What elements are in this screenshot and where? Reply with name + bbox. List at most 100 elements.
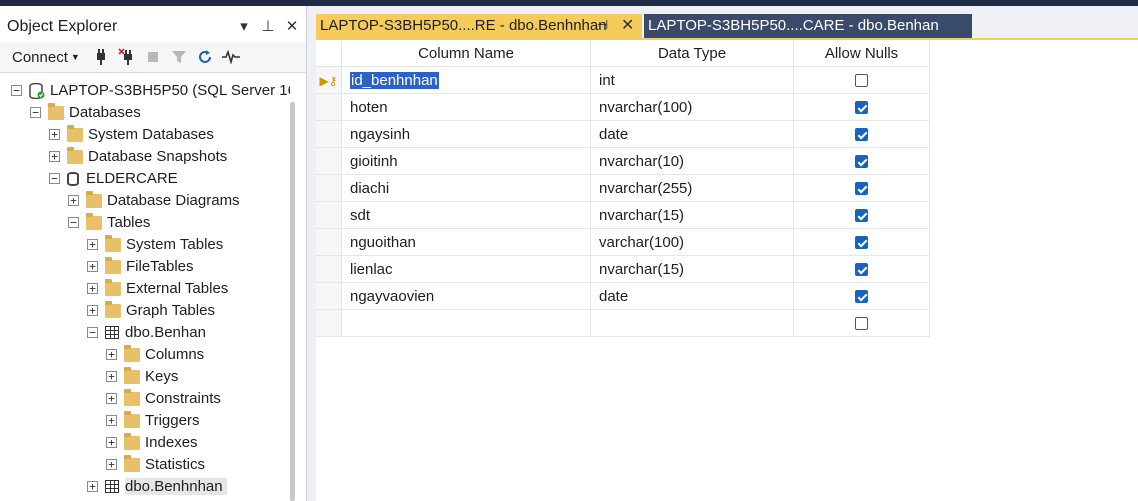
column-name-cell[interactable]: sdt [341, 201, 591, 229]
column-name-cell[interactable]: ngayvaovien [341, 282, 591, 310]
pin-tab-icon[interactable]: ⊣ [597, 17, 608, 33]
data-type-cell[interactable]: nvarchar(255) [590, 174, 794, 202]
tree-node-dbo-benhnhan[interactable]: + dbo.Benhnhan [87, 476, 227, 497]
collapse-icon[interactable]: − [11, 85, 22, 96]
tab-dbo-benhnhan[interactable]: LAPTOP-S3BH5P50....RE - dbo.Benhnhan ⊣ ✕ [316, 14, 642, 38]
table-row[interactable]: diachi nvarchar(255) [316, 174, 930, 202]
stop-icon[interactable] [142, 47, 164, 67]
expand-icon[interactable]: + [87, 283, 98, 294]
tree-node-indexes[interactable]: + Indexes [106, 432, 198, 453]
expand-icon[interactable]: + [87, 481, 98, 492]
tab-dbo-benhan[interactable]: LAPTOP-S3BH5P50....CARE - dbo.Benhan [644, 14, 972, 38]
allow-nulls-cell[interactable] [793, 147, 930, 175]
tree-node-filetables[interactable]: + FileTables [87, 256, 194, 277]
data-type-cell[interactable] [590, 309, 794, 337]
expand-icon[interactable]: + [106, 459, 117, 470]
allow-nulls-checkbox[interactable] [855, 101, 868, 115]
allow-nulls-cell[interactable] [793, 120, 930, 148]
tree-node-system-databases[interactable]: + System Databases [49, 124, 214, 145]
row-selector[interactable] [316, 174, 342, 202]
row-selector[interactable] [316, 120, 342, 148]
allow-nulls-cell[interactable] [793, 93, 930, 121]
table-row[interactable]: nguoithan varchar(100) [316, 228, 930, 256]
collapse-icon[interactable]: − [49, 173, 60, 184]
tree-node-database-snapshots[interactable]: + Database Snapshots [49, 146, 227, 167]
row-selector[interactable]: ▶⚷ [316, 66, 342, 94]
table-row[interactable]: ▶⚷ id_benhnhan int [316, 66, 930, 94]
allow-nulls-checkbox[interactable] [855, 236, 868, 250]
allow-nulls-checkbox[interactable] [855, 182, 868, 196]
table-row[interactable]: ngaysinh date [316, 120, 930, 148]
data-type-cell[interactable]: nvarchar(10) [590, 147, 794, 175]
expand-icon[interactable]: + [106, 415, 117, 426]
expand-icon[interactable]: + [106, 371, 117, 382]
expand-icon[interactable]: + [68, 195, 79, 206]
column-name-cell[interactable]: lienlac [341, 255, 591, 283]
table-row[interactable]: gioitinh nvarchar(10) [316, 147, 930, 175]
tree-node-triggers[interactable]: + Triggers [106, 410, 199, 431]
data-type-cell[interactable]: nvarchar(15) [590, 255, 794, 283]
expand-icon[interactable]: + [87, 261, 98, 272]
row-selector[interactable] [316, 201, 342, 229]
column-name-cell[interactable]: diachi [341, 174, 591, 202]
allow-nulls-cell[interactable] [793, 255, 930, 283]
tree-node-dbo-benhan[interactable]: − dbo.Benhan [87, 322, 206, 343]
expand-icon[interactable]: + [87, 239, 98, 250]
row-selector[interactable] [316, 255, 342, 283]
tree-node-graph-tables[interactable]: + Graph Tables [87, 300, 215, 321]
allow-nulls-cell[interactable] [793, 228, 930, 256]
table-row-new[interactable] [316, 309, 930, 337]
data-type-cell[interactable]: date [590, 120, 794, 148]
column-name-cell[interactable] [341, 309, 591, 337]
row-selector[interactable] [316, 228, 342, 256]
row-selector[interactable] [316, 282, 342, 310]
row-selector[interactable] [316, 93, 342, 121]
connect-plug-icon[interactable] [90, 47, 112, 67]
allow-nulls-checkbox[interactable] [855, 209, 868, 223]
expand-icon[interactable]: + [106, 437, 117, 448]
collapse-icon[interactable]: − [68, 217, 79, 228]
activity-monitor-icon[interactable] [220, 47, 242, 67]
tree-node-statistics[interactable]: + Statistics [106, 454, 205, 475]
allow-nulls-cell[interactable] [793, 309, 930, 337]
connect-button[interactable]: Connect ▼ [12, 49, 80, 66]
allow-nulls-checkbox[interactable] [855, 317, 868, 331]
allow-nulls-checkbox[interactable] [855, 128, 868, 142]
tree-node-system-tables[interactable]: + System Tables [87, 234, 223, 255]
expand-icon[interactable]: + [106, 349, 117, 360]
close-tab-icon[interactable]: ✕ [621, 15, 634, 35]
row-selector[interactable] [316, 147, 342, 175]
close-icon[interactable]: ✕ [284, 17, 300, 35]
allow-nulls-checkbox[interactable] [855, 155, 868, 169]
table-row[interactable]: hoten nvarchar(100) [316, 93, 930, 121]
allow-nulls-checkbox[interactable] [855, 290, 868, 304]
column-name-cell[interactable]: ngaysinh [341, 120, 591, 148]
data-type-cell[interactable]: int [590, 66, 794, 94]
tree-node-tables[interactable]: − Tables [68, 212, 150, 233]
filter-icon[interactable] [168, 47, 190, 67]
refresh-icon[interactable] [194, 47, 216, 67]
tree-node-databases[interactable]: − Databases [30, 102, 141, 123]
tree-node-keys[interactable]: + Keys [106, 366, 178, 387]
expand-icon[interactable]: + [87, 305, 98, 316]
column-name-input[interactable]: id_benhnhan [349, 70, 440, 90]
tree-node-constraints[interactable]: + Constraints [106, 388, 221, 409]
table-row[interactable]: sdt nvarchar(15) [316, 201, 930, 229]
data-type-cell[interactable]: date [590, 282, 794, 310]
expand-icon[interactable]: + [49, 129, 60, 140]
column-name-cell[interactable]: hoten [341, 93, 591, 121]
data-type-cell[interactable]: nvarchar(100) [590, 93, 794, 121]
expand-icon[interactable]: + [106, 393, 117, 404]
data-type-cell[interactable]: varchar(100) [590, 228, 794, 256]
tree-scrollbar[interactable] [290, 102, 295, 501]
tree-node-external-tables[interactable]: + External Tables [87, 278, 228, 299]
tree-node-columns[interactable]: + Columns [106, 344, 204, 365]
row-selector[interactable] [316, 309, 342, 337]
column-name-cell[interactable]: nguoithan [341, 228, 591, 256]
table-row[interactable]: lienlac nvarchar(15) [316, 255, 930, 283]
column-name-cell[interactable]: id_benhnhan [341, 66, 591, 94]
tree-node-eldercare[interactable]: − ELDERCARE [49, 168, 178, 189]
allow-nulls-cell[interactable] [793, 282, 930, 310]
data-type-cell[interactable]: nvarchar(15) [590, 201, 794, 229]
tree-node-server[interactable]: − LAPTOP-S3BH5P50 (SQL Server 16.0 [11, 80, 290, 101]
